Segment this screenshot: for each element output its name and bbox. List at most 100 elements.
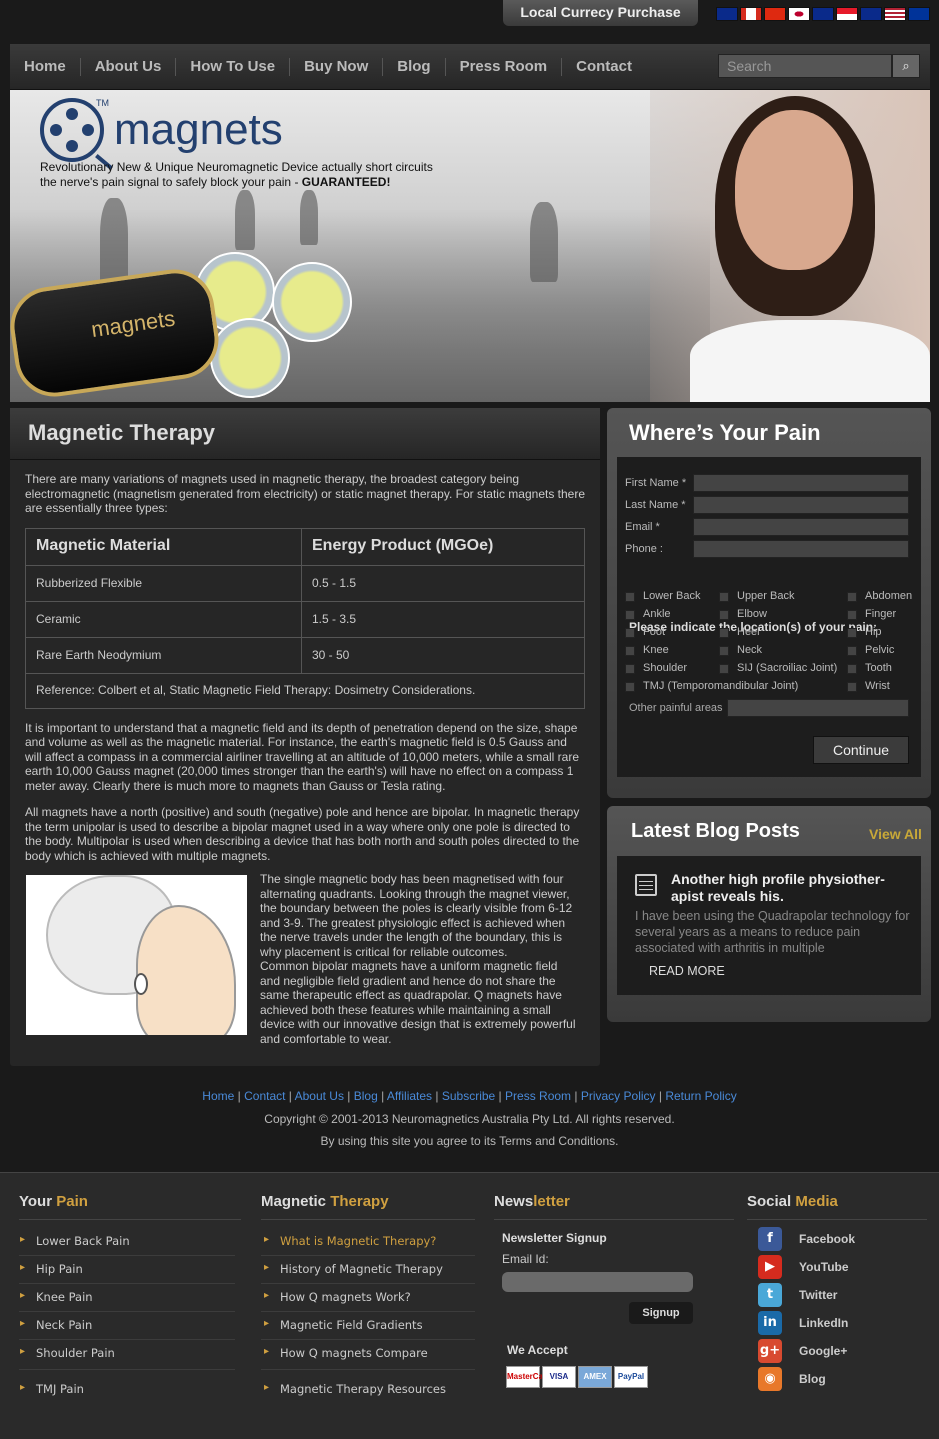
email-field[interactable] bbox=[693, 518, 909, 536]
blog-post-title[interactable]: Another high profile physiother-apist re… bbox=[671, 871, 911, 905]
search-icon[interactable]: ⌕ bbox=[892, 54, 920, 78]
nav-press-room[interactable]: Press Room bbox=[446, 58, 563, 76]
runner-figure bbox=[300, 190, 318, 245]
q-magnets-logo[interactable]: TM magnets bbox=[40, 98, 283, 162]
continue-button[interactable]: Continue bbox=[813, 736, 909, 764]
signup-button[interactable]: Signup bbox=[629, 1302, 693, 1324]
read-more-link[interactable]: READ MORE bbox=[649, 964, 725, 978]
footer-therapy-link[interactable]: History of Magnetic Therapy bbox=[264, 1262, 443, 1276]
your-pain-heading: Your Pain bbox=[19, 1193, 88, 1210]
google-plus-link[interactable]: Google+ bbox=[799, 1344, 847, 1358]
nav-contact[interactable]: Contact bbox=[562, 58, 646, 76]
footer-pain-link[interactable]: Neck Pain bbox=[20, 1318, 92, 1332]
twitter-link[interactable]: Twitter bbox=[799, 1288, 837, 1302]
runner-figure bbox=[530, 202, 558, 282]
magnetic-therapy-panel: Magnetic Therapy There are many variatio… bbox=[10, 408, 600, 1066]
footer-link-subscribe[interactable]: Subscribe bbox=[442, 1089, 495, 1103]
checkbox-ankle[interactable]: Ankle bbox=[625, 608, 671, 620]
facebook-icon[interactable]: f bbox=[758, 1227, 782, 1251]
twitter-icon[interactable]: t bbox=[758, 1283, 782, 1307]
linkedin-icon[interactable]: in bbox=[758, 1311, 782, 1335]
nav-blog[interactable]: Blog bbox=[383, 58, 446, 76]
footer-pain-link[interactable]: TMJ Pain bbox=[20, 1382, 84, 1396]
other-areas-field[interactable] bbox=[727, 699, 909, 717]
footer-pain-link[interactable]: Knee Pain bbox=[20, 1290, 92, 1304]
flag-singapore-icon[interactable] bbox=[836, 7, 858, 21]
youtube-link[interactable]: YouTube bbox=[799, 1260, 849, 1274]
email-label: Email * bbox=[625, 521, 660, 533]
checkbox-wrist[interactable]: Wrist bbox=[847, 680, 890, 692]
checkbox-finger[interactable]: Finger bbox=[847, 608, 896, 620]
last-name-field[interactable] bbox=[693, 496, 909, 514]
checkbox-tooth[interactable]: Tooth bbox=[847, 662, 892, 674]
blog-panel-title: Latest Blog Posts bbox=[631, 820, 800, 842]
pain-form-panel: Where’s Your Pain First Name * Last Name… bbox=[607, 408, 931, 798]
social-media-heading: Social Media bbox=[747, 1193, 838, 1210]
blog-link[interactable]: Blog bbox=[799, 1372, 826, 1386]
footer-therapy-link[interactable]: Magnetic Field Gradients bbox=[264, 1318, 423, 1332]
latest-blog-panel: Latest Blog Posts View All Another high … bbox=[607, 806, 931, 1022]
checkbox-sij[interactable]: SIJ (Sacroiliac Joint) bbox=[719, 662, 837, 674]
newsletter-email-field[interactable] bbox=[502, 1272, 693, 1292]
footer-link-about[interactable]: About Us bbox=[295, 1089, 344, 1103]
flag-canada-icon[interactable] bbox=[740, 7, 762, 21]
rss-blog-icon[interactable]: ◉ bbox=[758, 1367, 782, 1391]
checkbox-knee[interactable]: Knee bbox=[625, 644, 669, 656]
view-all-link[interactable]: View All bbox=[869, 826, 922, 842]
footer-link-blog[interactable]: Blog bbox=[354, 1089, 378, 1103]
flag-hongkong-icon[interactable] bbox=[764, 7, 786, 21]
footer-link-privacy[interactable]: Privacy Policy bbox=[581, 1089, 656, 1103]
footer-pain-link[interactable]: Hip Pain bbox=[20, 1262, 83, 1276]
footer-link-home[interactable]: Home bbox=[202, 1089, 234, 1103]
footer-pain-link[interactable]: Shoulder Pain bbox=[20, 1346, 115, 1360]
nav-buy-now[interactable]: Buy Now bbox=[290, 58, 384, 76]
linkedin-link[interactable]: LinkedIn bbox=[799, 1316, 848, 1330]
nav-about-us[interactable]: About Us bbox=[81, 58, 177, 76]
checkbox-shoulder[interactable]: Shoulder bbox=[625, 662, 687, 674]
checkbox-abdomen[interactable]: Abdomen bbox=[847, 590, 912, 602]
checkbox-hip[interactable]: Hip bbox=[847, 626, 882, 638]
nav-home[interactable]: Home bbox=[10, 58, 81, 76]
facebook-link[interactable]: Facebook bbox=[799, 1232, 855, 1246]
flag-usa-icon[interactable] bbox=[884, 7, 906, 21]
footer-therapy-link[interactable]: How Q magnets Work? bbox=[264, 1290, 411, 1304]
flag-eu-icon[interactable] bbox=[908, 7, 930, 21]
footer-therapy-link[interactable]: What is Magnetic Therapy? bbox=[264, 1234, 436, 1248]
phone-field[interactable] bbox=[693, 540, 909, 558]
google-plus-icon[interactable]: g+ bbox=[758, 1339, 782, 1363]
footer-link-press-room[interactable]: Press Room bbox=[505, 1089, 571, 1103]
footer-links: Home | Contact | About Us | Blog | Affil… bbox=[202, 1089, 737, 1103]
table-row: Ceramic 1.5 - 3.5 bbox=[25, 600, 585, 638]
intro-text: There are many variations of magnets use… bbox=[25, 472, 586, 515]
youtube-icon[interactable]: ▶ bbox=[758, 1255, 782, 1279]
checkbox-upper-back[interactable]: Upper Back bbox=[719, 590, 794, 602]
footer-link-contact[interactable]: Contact bbox=[244, 1089, 285, 1103]
flag-japan-icon[interactable] bbox=[788, 7, 810, 21]
table-header: Energy Product (MGOe) bbox=[301, 527, 585, 566]
footer-link-return[interactable]: Return Policy bbox=[665, 1089, 736, 1103]
checkbox-foot[interactable]: Foot bbox=[625, 626, 665, 638]
flag-australia-icon[interactable] bbox=[716, 7, 738, 21]
checkbox-heel[interactable]: Heel bbox=[719, 626, 760, 638]
checkbox-neck[interactable]: Neck bbox=[719, 644, 762, 656]
footer-pain-link[interactable]: Lower Back Pain bbox=[20, 1234, 130, 1248]
blog-post-excerpt: I have been using the Quadrapolar techno… bbox=[635, 909, 910, 955]
amex-icon: AMEX bbox=[578, 1366, 612, 1388]
page-title: Magnetic Therapy bbox=[10, 408, 600, 460]
terms-notice: By using this site you agree to its Term… bbox=[320, 1134, 619, 1148]
footer-therapy-link[interactable]: Magnetic Therapy Resources bbox=[264, 1382, 446, 1396]
footer-therapy-link[interactable]: How Q magnets Compare bbox=[264, 1346, 428, 1360]
local-currency-button[interactable]: Local Currecy Purchase bbox=[503, 0, 698, 26]
checkbox-tmj[interactable]: TMJ (Temporomandibular Joint) bbox=[625, 680, 798, 692]
flag-uk-icon[interactable] bbox=[860, 7, 882, 21]
footer-link-affiliates[interactable]: Affiliates bbox=[387, 1089, 432, 1103]
search-input[interactable]: Search bbox=[718, 54, 892, 78]
checkbox-pelvic[interactable]: Pelvic bbox=[847, 644, 894, 656]
checkbox-elbow[interactable]: Elbow bbox=[719, 608, 767, 620]
first-name-field[interactable] bbox=[693, 474, 909, 492]
illustration-text: The single magnetic body has been magnet… bbox=[260, 872, 576, 1046]
checkbox-lower-back[interactable]: Lower Back bbox=[625, 590, 700, 602]
magnetic-therapy-heading: Magnetic Therapy bbox=[261, 1193, 389, 1210]
flag-newzealand-icon[interactable] bbox=[812, 7, 834, 21]
nav-how-to-use[interactable]: How To Use bbox=[176, 58, 291, 76]
